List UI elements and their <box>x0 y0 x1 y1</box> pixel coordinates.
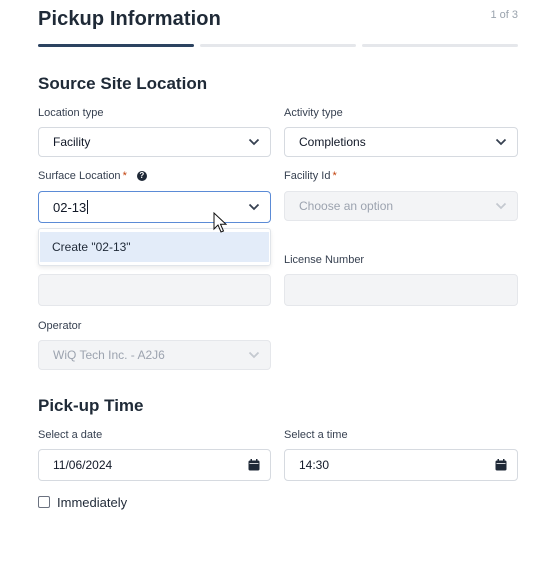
activity-type-value: Completions <box>299 135 366 149</box>
info-circle-icon[interactable]: ? <box>136 171 147 181</box>
pickup-time-heading: Pick-up Time <box>38 396 144 415</box>
chevron-down-icon <box>248 203 260 211</box>
operator-value: WiQ Tech Inc. - A2J6 <box>53 348 165 362</box>
facility-id-select[interactable]: Choose an option <box>284 191 518 221</box>
mouse-cursor-icon <box>213 212 227 233</box>
location-type-label: Location type <box>38 107 104 119</box>
date-input[interactable]: 11/06/2024 <box>38 449 271 481</box>
surface-location-input[interactable]: 02-13 <box>38 191 271 223</box>
time-label: Select a time <box>284 429 348 441</box>
progress-segment-2 <box>200 44 356 47</box>
text-caret <box>87 200 89 214</box>
surface-location-dropdown: Create "02-13" <box>38 228 271 266</box>
license-number-label: License Number <box>284 254 365 266</box>
chevron-down-icon <box>495 202 507 210</box>
progress-segment-3 <box>362 44 518 47</box>
page-title: Pickup Information <box>38 8 221 30</box>
required-mark: * <box>332 170 337 182</box>
location-type-select[interactable]: Facility <box>38 127 271 157</box>
required-mark: * <box>122 170 127 182</box>
operator-select[interactable]: WiQ Tech Inc. - A2J6 <box>38 340 271 370</box>
facility-id-label-text: Facility Id <box>284 170 331 182</box>
chevron-down-icon <box>248 351 260 359</box>
date-value: 11/06/2024 <box>53 458 113 472</box>
create-option-menu-item[interactable]: Create "02-13" <box>40 232 269 262</box>
progress-segment-1 <box>38 44 194 47</box>
surface-location-label-text: Surface Location <box>38 170 121 182</box>
surface-location-value: 02-13 <box>53 199 87 215</box>
surface-location-label: Surface Location *? <box>38 170 147 182</box>
hidden-field-input[interactable] <box>38 274 271 306</box>
license-number-input[interactable] <box>284 274 518 306</box>
activity-type-label: Activity type <box>284 107 343 119</box>
time-value: 14:30 <box>299 458 330 472</box>
step-indicator: 1 of 3 <box>490 9 518 21</box>
facility-id-label: Facility Id * <box>284 170 337 182</box>
location-type-value: Facility <box>53 135 91 149</box>
chevron-down-icon <box>248 138 260 146</box>
immediately-label[interactable]: Immediately <box>57 495 127 510</box>
immediately-checkbox[interactable] <box>38 496 50 508</box>
facility-id-placeholder: Choose an option <box>299 199 394 213</box>
operator-label: Operator <box>38 320 82 332</box>
activity-type-select[interactable]: Completions <box>284 127 518 157</box>
calendar-icon[interactable] <box>248 459 260 471</box>
source-site-heading: Source Site Location <box>38 74 208 93</box>
time-input[interactable]: 14:30 <box>284 449 518 481</box>
calendar-icon[interactable] <box>495 459 507 471</box>
date-label: Select a date <box>38 429 103 441</box>
chevron-down-icon <box>495 138 507 146</box>
